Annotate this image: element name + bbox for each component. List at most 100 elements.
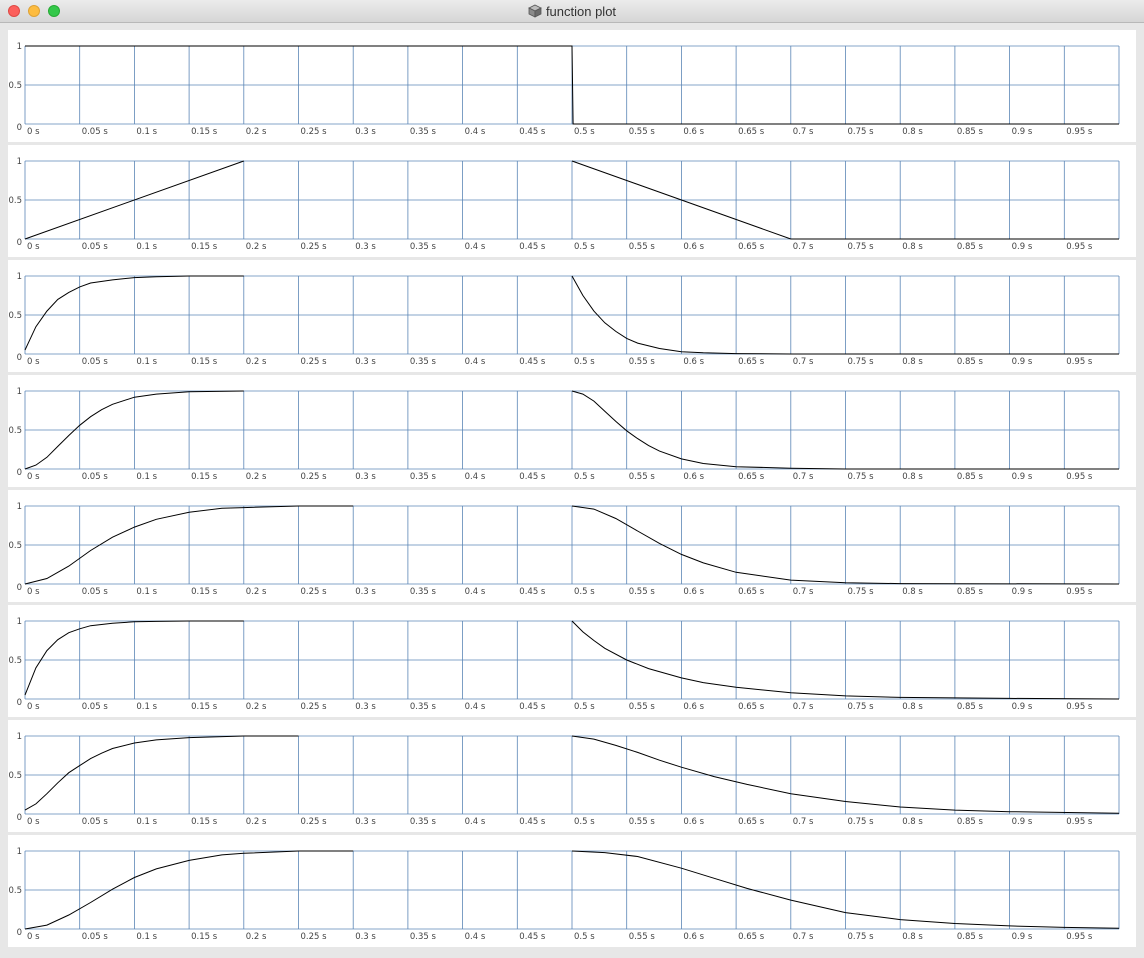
- x-tick-label: 0.4 s: [465, 472, 486, 482]
- x-tick-label: 0.6 s: [683, 817, 704, 827]
- x-tick-label: 0.75 s: [848, 702, 875, 712]
- x-tick-label: 0.75 s: [848, 587, 875, 597]
- x-tick-label: 0.75 s: [848, 127, 875, 137]
- x-tick-label: 0.9 s: [1012, 127, 1033, 137]
- x-tick-label: 0.4 s: [465, 587, 486, 597]
- y-tick-label: 0: [17, 123, 22, 133]
- x-tick-label: 0.4 s: [465, 932, 486, 942]
- function-plots: 0 s 0.05 s 0.1 s 0.15 s 0.2 s 0.25 s 0.3 s 0.35…: [8, 30, 1136, 947]
- x-tick-label: 0.6 s: [683, 357, 704, 367]
- x-tick-label: 0.25 s: [301, 127, 328, 137]
- x-tick-label: 0.95 s: [1066, 932, 1093, 942]
- y-tick-label: 0: [17, 583, 22, 593]
- x-tick-label: 0.55 s: [629, 242, 656, 252]
- x-tick-label: 0 s: [27, 127, 40, 137]
- y-tick-label: 0.5: [8, 311, 22, 321]
- x-tick-label: 0.95 s: [1066, 242, 1093, 252]
- x-tick-label: 0.8 s: [902, 357, 923, 367]
- x-tick-label: 0.85 s: [957, 242, 984, 252]
- x-tick-label: 0.35 s: [410, 702, 437, 712]
- x-tick-label: 0.55 s: [629, 932, 656, 942]
- plot-panel: 0 s 0.05 s 0.1 s 0.15 s 0.2 s 0.25 s 0.3 s 0.35…: [8, 30, 1136, 142]
- x-tick-label: 0.4 s: [465, 702, 486, 712]
- x-tick-label: 0.2 s: [246, 932, 267, 942]
- x-tick-label: 0.15 s: [191, 702, 218, 712]
- x-tick-label: 0.35 s: [410, 357, 437, 367]
- x-tick-label: 0.55 s: [629, 472, 656, 482]
- y-tick-label: 0: [17, 468, 22, 478]
- x-tick-label: 0.05 s: [82, 472, 109, 482]
- x-tick-label: 0.25 s: [301, 702, 328, 712]
- x-tick-label: 0.35 s: [410, 817, 437, 827]
- x-tick-label: 0.9 s: [1012, 472, 1033, 482]
- title-bar[interactable]: function plot: [0, 0, 1144, 23]
- y-tick-label: 0: [17, 353, 22, 363]
- x-tick-label: 0.55 s: [629, 587, 656, 597]
- x-tick-label: 0.3 s: [355, 817, 376, 827]
- x-tick-label: 0.45 s: [519, 587, 546, 597]
- x-tick-label: 0.45 s: [519, 932, 546, 942]
- y-tick-label: 0.5: [8, 656, 22, 666]
- x-tick-label: 0.05 s: [82, 357, 109, 367]
- x-tick-label: 0.85 s: [957, 357, 984, 367]
- x-tick-label: 0.15 s: [191, 127, 218, 137]
- x-tick-label: 0.8 s: [902, 587, 923, 597]
- y-tick-label: 1: [17, 387, 22, 397]
- x-tick-label: 0.7 s: [793, 932, 814, 942]
- x-tick-label: 0.25 s: [301, 587, 328, 597]
- y-tick-label: 1: [17, 617, 22, 627]
- x-tick-label: 0.1 s: [136, 127, 157, 137]
- x-tick-label: 0 s: [27, 587, 40, 597]
- x-tick-label: 0.8 s: [902, 472, 923, 482]
- x-tick-label: 0 s: [27, 817, 40, 827]
- x-tick-label: 0.85 s: [957, 127, 984, 137]
- x-tick-label: 0.7 s: [793, 702, 814, 712]
- x-tick-label: 0.9 s: [1012, 817, 1033, 827]
- x-tick-label: 0.2 s: [246, 357, 267, 367]
- x-tick-label: 0.8 s: [902, 817, 923, 827]
- x-tick-label: 0.25 s: [301, 472, 328, 482]
- plot-panel: 0 s 0.05 s 0.1 s 0.15 s 0.2 s 0.25 s 0.3 s 0.35…: [8, 605, 1136, 717]
- x-tick-label: 0.8 s: [902, 932, 923, 942]
- x-tick-label: 0.55 s: [629, 357, 656, 367]
- x-tick-label: 0.7 s: [793, 357, 814, 367]
- x-tick-label: 0.2 s: [246, 127, 267, 137]
- x-tick-label: 0.5 s: [574, 127, 595, 137]
- x-tick-label: 0.6 s: [683, 472, 704, 482]
- x-tick-label: 0.95 s: [1066, 702, 1093, 712]
- x-tick-label: 0.05 s: [82, 817, 109, 827]
- x-tick-label: 0.5 s: [574, 817, 595, 827]
- x-tick-label: 0.8 s: [902, 242, 923, 252]
- x-tick-label: 0.35 s: [410, 127, 437, 137]
- x-tick-label: 0.2 s: [246, 817, 267, 827]
- plot-panel: 0 s 0.05 s 0.1 s 0.15 s 0.2 s 0.25 s 0.3 s 0.35…: [8, 835, 1136, 947]
- x-tick-label: 0.65 s: [738, 472, 765, 482]
- x-tick-label: 0 s: [27, 702, 40, 712]
- x-tick-label: 0.05 s: [82, 587, 109, 597]
- x-tick-label: 0.5 s: [574, 932, 595, 942]
- x-tick-label: 0.3 s: [355, 242, 376, 252]
- plot-panel: 0 s 0.05 s 0.1 s 0.15 s 0.2 s 0.25 s 0.3 s 0.35…: [8, 260, 1136, 372]
- x-tick-label: 0.1 s: [136, 472, 157, 482]
- x-tick-label: 0.65 s: [738, 587, 765, 597]
- x-tick-label: 0.7 s: [793, 817, 814, 827]
- x-tick-label: 0 s: [27, 357, 40, 367]
- y-tick-label: 0.5: [8, 771, 22, 781]
- x-tick-label: 0.6 s: [683, 127, 704, 137]
- x-tick-label: 0.1 s: [136, 817, 157, 827]
- x-tick-label: 0.3 s: [355, 127, 376, 137]
- x-tick-label: 0.95 s: [1066, 472, 1093, 482]
- x-tick-label: 0.9 s: [1012, 587, 1033, 597]
- x-tick-label: 0.3 s: [355, 357, 376, 367]
- x-tick-label: 0.25 s: [301, 817, 328, 827]
- x-tick-label: 0.1 s: [136, 357, 157, 367]
- x-tick-label: 0.65 s: [738, 242, 765, 252]
- y-tick-label: 1: [17, 272, 22, 282]
- x-tick-label: 0.65 s: [738, 127, 765, 137]
- x-tick-label: 0.45 s: [519, 242, 546, 252]
- x-tick-label: 0.6 s: [683, 702, 704, 712]
- plot-panel: 0 s 0.05 s 0.1 s 0.15 s 0.2 s 0.25 s 0.3 s 0.35…: [8, 490, 1136, 602]
- y-tick-label: 1: [17, 847, 22, 857]
- x-tick-label: 0.65 s: [738, 702, 765, 712]
- x-tick-label: 0.2 s: [246, 472, 267, 482]
